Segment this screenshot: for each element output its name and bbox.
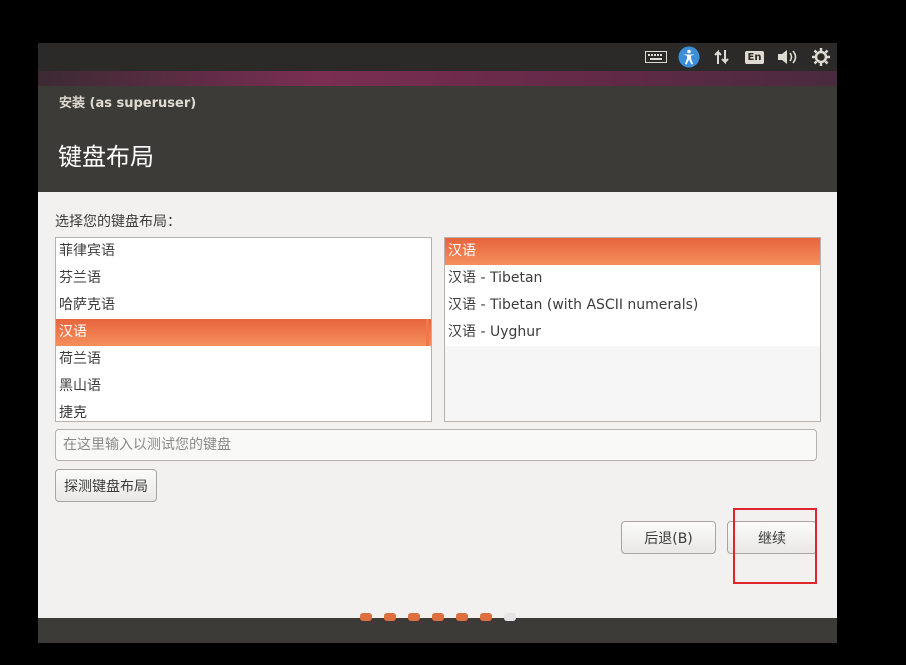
list-item[interactable]: 汉语 - Tibetan: [445, 265, 820, 292]
page-header: 键盘布局: [38, 113, 837, 192]
footer-bar: [38, 618, 837, 643]
variant-list[interactable]: 汉语 汉语 - Tibetan 汉语 - Tibetan (with ASCII…: [444, 237, 821, 422]
progress-dots: [360, 613, 516, 621]
progress-dot-current: [504, 613, 516, 621]
keyboard-icon[interactable]: [639, 43, 672, 71]
list-item[interactable]: 汉语 - Uyghur: [445, 319, 820, 346]
layout-prompt: 选择您的键盘布局：: [55, 214, 181, 230]
language-indicator: En: [744, 50, 765, 64]
list-item[interactable]: 捷克: [56, 400, 431, 421]
keyboard-test-input[interactable]: [55, 429, 817, 461]
layout-list[interactable]: 菲律宾语 芬兰语 哈萨克语 汉语 荷兰语 黑山语 捷克: [55, 237, 432, 422]
installer-window: 安装 (as superuser) 键盘布局 选择您的键盘布局： 菲律宾语 芬兰…: [38, 86, 837, 618]
gear-icon[interactable]: [804, 43, 837, 71]
system-tray: En: [639, 43, 837, 71]
panel-accent-strip: [38, 71, 837, 86]
accessibility-icon[interactable]: [672, 43, 705, 71]
progress-dot: [432, 613, 444, 621]
list-item-selected[interactable]: 汉语: [445, 238, 820, 265]
list-item-selected[interactable]: 汉语: [56, 319, 431, 346]
list-item[interactable]: 黑山语: [56, 373, 431, 400]
back-button[interactable]: 后退(B): [621, 521, 716, 554]
desktop-screen: En 安装 (as superuser) 键盘布局 选择您的键盘布局： 菲律宾语…: [38, 43, 837, 643]
progress-dot: [480, 613, 492, 621]
page-title: 键盘布局: [58, 143, 154, 171]
list-empty-area: [445, 346, 820, 421]
highlight-box: [733, 508, 817, 584]
list-item[interactable]: 哈萨克语: [56, 292, 431, 319]
network-icon[interactable]: [705, 43, 738, 71]
progress-dot: [360, 613, 372, 621]
progress-dot: [408, 613, 420, 621]
volume-icon[interactable]: [771, 43, 804, 71]
list-item[interactable]: 菲律宾语: [56, 238, 431, 265]
list-item[interactable]: 汉语 - Tibetan (with ASCII numerals): [445, 292, 820, 319]
list-item[interactable]: 芬兰语: [56, 265, 431, 292]
window-title: 安装 (as superuser): [59, 96, 197, 111]
window-titlebar[interactable]: 安装 (as superuser): [38, 86, 837, 113]
content-area: 选择您的键盘布局： 菲律宾语 芬兰语 哈萨克语 汉语 荷兰语 黑山语 捷克 汉语…: [38, 192, 837, 618]
top-panel: En: [38, 43, 837, 71]
list-item[interactable]: 荷兰语: [56, 346, 431, 373]
language-icon[interactable]: En: [738, 43, 771, 71]
progress-dot: [456, 613, 468, 621]
scrollbar-indicator[interactable]: [426, 319, 429, 346]
detect-layout-button[interactable]: 探测键盘布局: [55, 469, 157, 502]
progress-dot: [384, 613, 396, 621]
